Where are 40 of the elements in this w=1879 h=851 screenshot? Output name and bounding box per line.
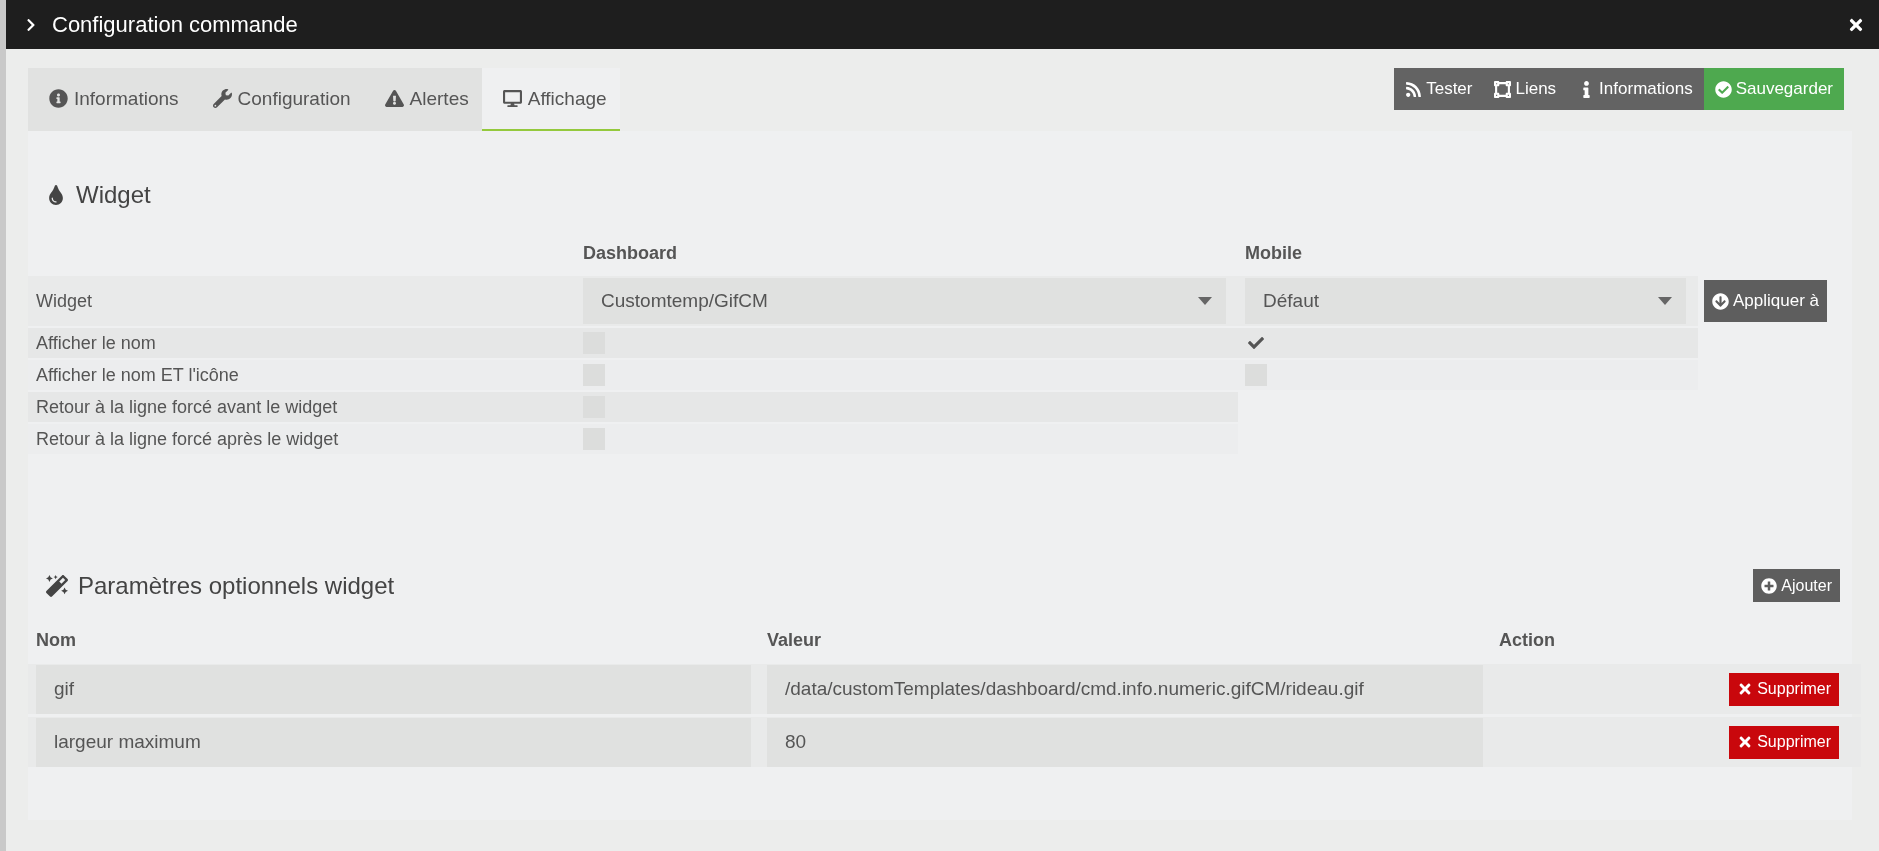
- delete-button[interactable]: Supprimer: [1729, 672, 1839, 706]
- warning-icon: [384, 89, 404, 108]
- section-title: Widget: [76, 181, 151, 209]
- toolbar-button[interactable]: Tester: [1394, 68, 1484, 110]
- info-icon: [49, 89, 68, 108]
- save-button[interactable]: Sauvegarder: [1703, 68, 1844, 110]
- row-label: Afficher le nom: [35, 332, 156, 354]
- magic-wand-icon: [46, 574, 68, 597]
- value-field[interactable]: /data/customTemplates/dashboard/cmd.info.numeric.gifCM/rideau.gif: [767, 664, 1483, 714]
- toolbar-button[interactable]: Liens: [1483, 68, 1568, 110]
- section-title: Paramètres optionnels widget: [78, 571, 395, 600]
- column-header: Nom: [36, 630, 76, 651]
- tab[interactable]: Affichage: [481, 68, 620, 131]
- column-header: Action: [1499, 630, 1555, 651]
- rss-icon: [1405, 80, 1423, 98]
- caret-icon: [1198, 297, 1212, 305]
- monitor-icon: [502, 89, 522, 108]
- row-label: Retour à la ligne forcé avant le widget: [35, 396, 338, 418]
- name-field[interactable]: gif: [36, 664, 751, 714]
- caret-icon: [1658, 297, 1672, 305]
- column-header: Dashboard: [583, 243, 678, 265]
- row-label: Afficher le nom ET l'icône: [35, 364, 239, 386]
- window-title: Configuration commande: [52, 11, 299, 38]
- select-field[interactable]: Défaut: [1245, 278, 1686, 324]
- tab[interactable]: Informations: [28, 68, 192, 131]
- delete-button[interactable]: Supprimer: [1729, 725, 1839, 759]
- column-header: Valeur: [767, 630, 822, 651]
- column-header: Mobile: [1245, 243, 1302, 265]
- row-label: Widget: [35, 290, 93, 312]
- row-label: Retour à la ligne forcé après le widget: [35, 428, 339, 450]
- value-field[interactable]: 80: [767, 717, 1483, 767]
- tab[interactable]: Configuration: [191, 68, 364, 131]
- drop-icon: [46, 185, 66, 205]
- wrench-icon: [212, 89, 232, 108]
- apply-button[interactable]: Appliquer à: [1704, 280, 1827, 322]
- add-button[interactable]: Ajouter: [1753, 569, 1840, 602]
- toolbar-button[interactable]: Informations: [1567, 68, 1704, 110]
- select-field[interactable]: Customtemp/GifCM: [583, 278, 1226, 324]
- tab[interactable]: Alertes: [363, 68, 482, 131]
- name-field[interactable]: largeur maximum: [36, 717, 751, 767]
